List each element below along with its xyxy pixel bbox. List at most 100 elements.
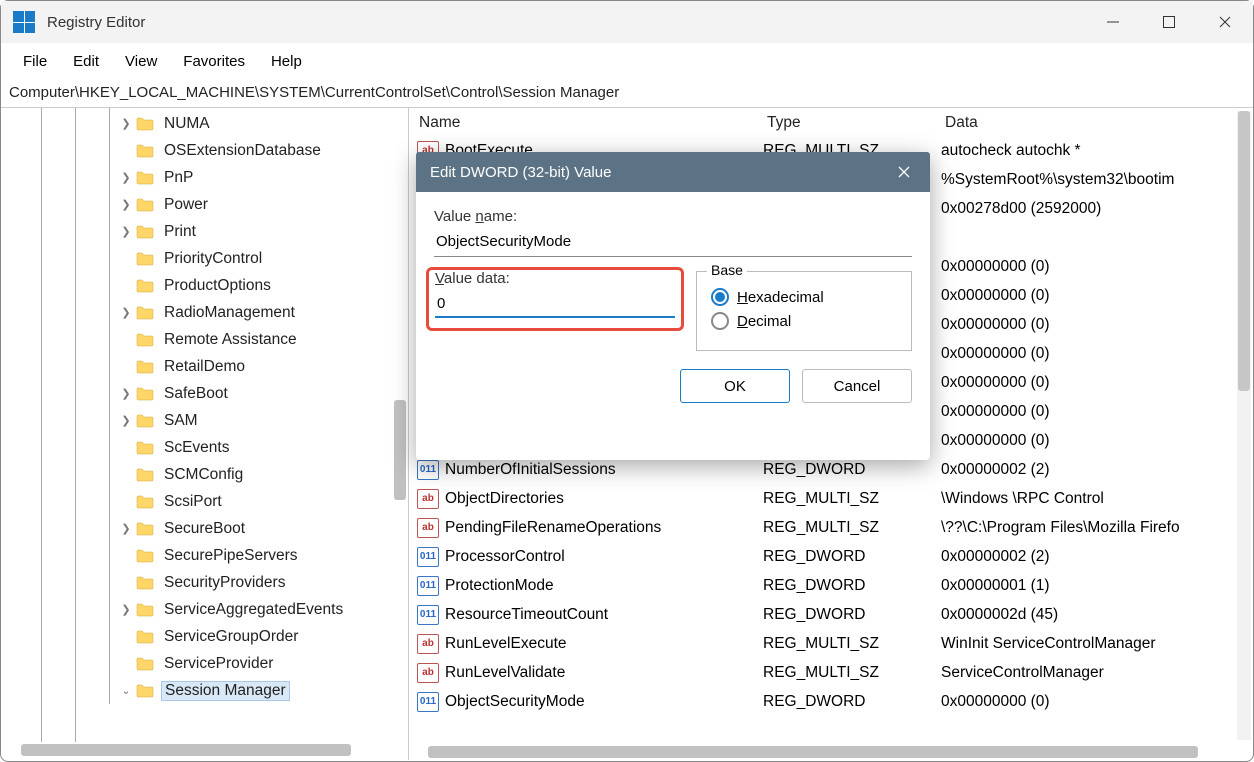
value-data: 0x00000000 (0) [941,287,1253,305]
folder-icon [136,602,156,618]
chevron-icon[interactable]: ❯ [116,387,136,400]
radio-hex[interactable]: Hexadecimal [711,288,897,306]
value-row[interactable]: 011ProtectionModeREG_DWORD0x00000001 (1) [409,571,1253,600]
value-type-icon: ab [417,663,439,683]
list-hscroll[interactable] [428,746,1198,758]
tree-item[interactable]: ❯PnP [11,164,408,191]
chevron-icon[interactable]: ❯ [116,198,136,211]
tree-item[interactable]: ❯ NUMA [11,110,408,137]
value-name: RunLevelValidate [445,664,763,682]
value-type-icon: 011 [417,460,439,480]
tree-item[interactable]: ScsiPort [11,488,408,515]
folder-icon [136,656,156,672]
dialog-close-button[interactable] [892,160,916,184]
tree-item-label: Remote Assistance [162,331,299,349]
value-row[interactable]: abPendingFileRenameOperationsREG_MULTI_S… [409,513,1253,542]
tree-item[interactable]: ❯ServiceAggregatedEvents [11,596,408,623]
tree-item[interactable]: RetailDemo [11,353,408,380]
value-row[interactable]: abRunLevelValidateREG_MULTI_SZServiceCon… [409,658,1253,687]
list-vscroll[interactable] [1237,111,1251,740]
tree-item-label: ServiceGroupOrder [162,628,300,646]
menu-file[interactable]: File [11,49,59,74]
tree-item[interactable]: ❯SecureBoot [11,515,408,542]
tree-item[interactable]: SecurePipeServers [11,542,408,569]
folder-icon [136,413,156,429]
chevron-icon[interactable]: ❯ [116,414,136,427]
cancel-button[interactable]: Cancel [802,369,912,403]
window-controls [1085,1,1253,43]
chevron-icon[interactable]: ❯ [116,117,136,130]
tree-item[interactable]: OSExtensionDatabase [11,137,408,164]
menu-help[interactable]: Help [259,49,314,74]
value-type-icon: ab [417,634,439,654]
value-row[interactable]: abObjectDirectoriesREG_MULTI_SZ\Windows … [409,484,1253,513]
tree-item[interactable]: SCMConfig [11,461,408,488]
col-type[interactable]: Type [767,114,945,132]
tree-item-label: NUMA [162,115,212,133]
value-row[interactable]: 011ProcessorControlREG_DWORD0x00000002 (… [409,542,1253,571]
menu-edit[interactable]: Edit [61,49,111,74]
tree-pane: ❯ NUMA OSExtensionDatabase ❯PnP❯Power❯Print… [1,108,409,760]
value-row[interactable]: 011ResourceTimeoutCountREG_DWORD0x000000… [409,600,1253,629]
chevron-icon[interactable]: ❯ [116,225,136,238]
value-data: 0x00000001 (1) [941,577,1253,595]
tree-hscroll[interactable] [21,744,351,756]
tree-item[interactable]: SecurityProviders [11,569,408,596]
tree-item[interactable]: ❯Power [11,191,408,218]
value-name-field[interactable]: ObjectSecurityMode [434,229,912,257]
tree-item[interactable]: ServiceProvider [11,650,408,677]
tree-item-label: OSExtensionDatabase [162,142,323,160]
value-name: ResourceTimeoutCount [445,606,763,624]
tree-item[interactable]: ServiceGroupOrder [11,623,408,650]
column-headers: Name Type Data [409,108,1253,136]
folder-icon [136,224,156,240]
folder-icon [136,170,156,186]
close-button[interactable] [1197,1,1253,43]
chevron-icon[interactable]: ❯ [116,603,136,616]
value-row[interactable]: 011ObjectSecurityModeREG_DWORD0x00000000… [409,687,1253,716]
tree-item-label: SecurityProviders [162,574,287,592]
folder-icon [136,251,156,267]
value-data: 0x00000000 (0) [941,316,1253,334]
tree-item[interactable]: ❯SafeBoot [11,380,408,407]
tree-item[interactable]: ❯Print [11,218,408,245]
radio-dec[interactable]: Decimal [711,312,897,330]
tree-item[interactable]: Remote Assistance [11,326,408,353]
value-type: REG_DWORD [763,461,941,479]
tree-scroll-thumb[interactable] [394,400,406,500]
menu-favorites[interactable]: Favorites [171,49,257,74]
tree-item[interactable]: ⌄Session Manager [11,677,408,704]
value-data: 0x00000000 (0) [941,693,1253,711]
chevron-icon[interactable]: ❯ [116,306,136,319]
value-type-icon: ab [417,489,439,509]
address-bar[interactable]: Computer\HKEY_LOCAL_MACHINE\SYSTEM\Curre… [1,80,1253,108]
tree-item-label: ScEvents [162,439,231,457]
value-name: RunLevelExecute [445,635,763,653]
value-data: 0x00278d00 (2592000) [941,200,1253,218]
titlebar: Registry Editor [1,1,1253,43]
chevron-icon[interactable]: ❯ [116,522,136,535]
value-row[interactable]: abRunLevelExecuteREG_MULTI_SZWinInit Ser… [409,629,1253,658]
col-name[interactable]: Name [419,114,767,132]
folder-icon [136,359,156,375]
tree-item[interactable]: ❯RadioManagement [11,299,408,326]
tree-item-label: SCMConfig [162,466,245,484]
col-data[interactable]: Data [945,114,1253,132]
value-name-label: Value name: [434,208,912,225]
value-data-field[interactable] [435,291,675,318]
chevron-icon[interactable]: ⌄ [116,684,136,697]
value-type: REG_DWORD [763,577,941,595]
value-data: ServiceControlManager [941,664,1253,682]
minimize-button[interactable] [1085,1,1141,43]
value-data: 0x00000000 (0) [941,345,1253,363]
menu-view[interactable]: View [113,49,169,74]
dialog-title: Edit DWORD (32-bit) Value [430,164,611,181]
ok-button[interactable]: OK [680,369,790,403]
tree-item[interactable]: ScEvents [11,434,408,461]
maximize-button[interactable] [1141,1,1197,43]
tree-item[interactable]: ProductOptions [11,272,408,299]
tree-item[interactable]: PriorityControl [11,245,408,272]
tree-item[interactable]: ❯SAM [11,407,408,434]
chevron-icon[interactable]: ❯ [116,171,136,184]
radio-hex-icon [711,288,729,306]
